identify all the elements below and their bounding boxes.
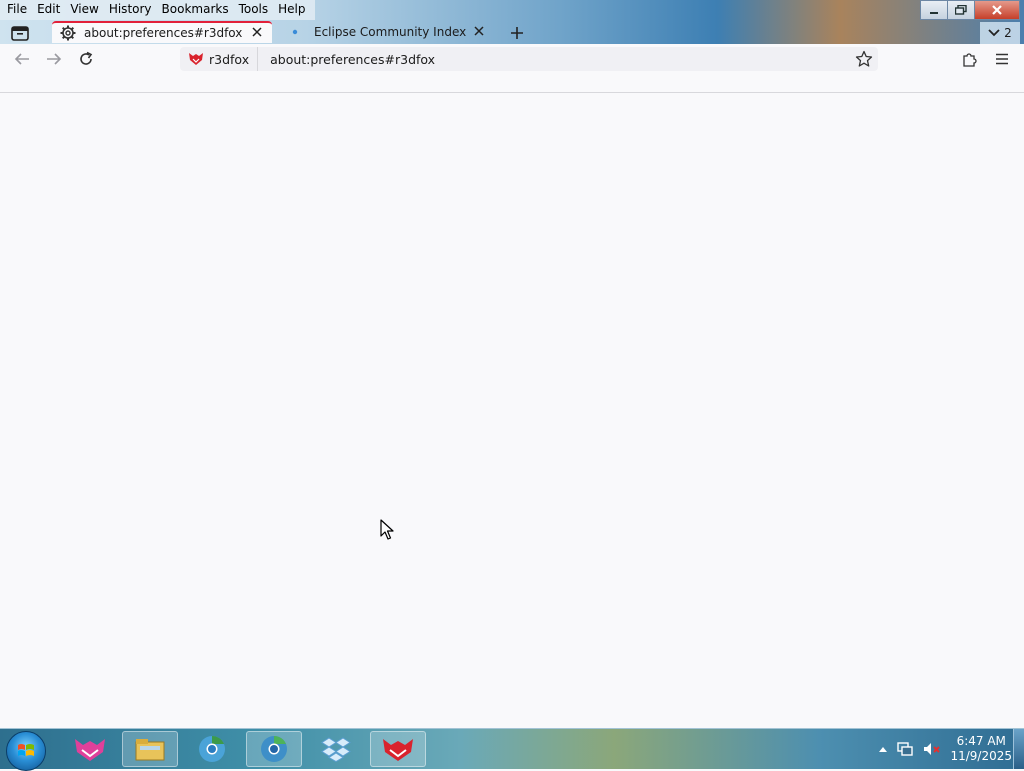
menu-file[interactable]: File <box>2 0 32 20</box>
identity-box[interactable]: r3dfox <box>180 47 259 71</box>
restore-icon <box>955 5 967 15</box>
identity-label: r3dfox <box>209 51 250 67</box>
menu-tools[interactable]: Tools <box>234 0 274 20</box>
r3dfox-logo-icon <box>189 53 203 65</box>
menu-bookmarks[interactable]: Bookmarks <box>157 0 234 20</box>
gear-icon <box>60 25 76 41</box>
menu-view[interactable]: View <box>65 0 103 20</box>
close-tab-button[interactable] <box>472 24 486 40</box>
volume-muted-icon[interactable] <box>922 741 942 757</box>
chromium-icon <box>199 736 225 762</box>
extensions-button[interactable] <box>958 48 982 70</box>
clock-date: 11/9/2025 <box>950 749 1012 763</box>
taskbar-app-chromium[interactable] <box>184 731 240 767</box>
r3dfox-pink-icon <box>75 739 105 761</box>
back-arrow-icon <box>14 53 29 65</box>
nav-toolbar: r3dfox about:preferences#r3dfox <box>0 44 1024 74</box>
minimize-icon <box>930 12 938 14</box>
close-tab-button[interactable] <box>250 25 264 41</box>
forward-button[interactable] <box>42 48 66 70</box>
clock[interactable]: 6:47 AM 11/9/2025 <box>950 734 1012 764</box>
system-tray: 6:47 AM 11/9/2025 <box>878 729 1012 769</box>
dropbox-icon <box>321 737 351 762</box>
taskbar-app-dropbox[interactable] <box>308 731 364 767</box>
clock-time: 6:47 AM <box>956 734 1006 748</box>
menu-history[interactable]: History <box>104 0 157 20</box>
url-bar[interactable]: r3dfox about:preferences#r3dfox <box>180 47 878 71</box>
menu-bar: File Edit View History Bookmarks Tools H… <box>0 0 315 20</box>
close-icon <box>992 5 1002 15</box>
tray-expand-icon[interactable] <box>878 745 888 753</box>
start-button[interactable] <box>6 731 46 771</box>
r3dfox-red-icon <box>383 739 413 761</box>
close-icon <box>252 27 262 37</box>
back-button[interactable] <box>10 48 34 70</box>
tab-title: Eclipse Community Index <box>314 25 467 39</box>
puzzle-icon <box>963 53 977 67</box>
taskbar-app-file-explorer[interactable] <box>122 731 178 767</box>
star-icon <box>855 50 873 67</box>
windows-logo-icon <box>18 744 34 756</box>
chromium-alt-icon <box>261 736 287 762</box>
forward-arrow-icon <box>47 53 62 65</box>
tab-strip: about:preferences#r3dfox Eclipse Communi… <box>0 20 1024 44</box>
new-tab-button[interactable] <box>506 22 528 44</box>
restore-button[interactable] <box>947 0 975 20</box>
tab-title: about:preferences#r3dfox <box>84 26 243 40</box>
page-content[interactable] <box>0 93 1024 728</box>
close-icon <box>474 26 484 36</box>
tab-count: 2 <box>1004 26 1012 40</box>
window-titlebar: File Edit View History Bookmarks Tools H… <box>0 0 1024 44</box>
show-desktop-button[interactable] <box>1013 729 1024 769</box>
file-explorer-icon <box>135 739 165 761</box>
list-all-tabs-button[interactable]: 2 <box>980 22 1020 44</box>
taskbar: 6:47 AM 11/9/2025 <box>0 728 1024 771</box>
hamburger-icon <box>996 53 1008 65</box>
plus-icon <box>511 27 523 39</box>
taskbar-app-r3dfox-pink[interactable] <box>62 731 118 767</box>
reload-button[interactable] <box>74 48 98 70</box>
bookmark-star-button[interactable] <box>854 49 874 69</box>
chevron-down-icon <box>988 29 1000 37</box>
app-menu-button[interactable] <box>990 48 1014 70</box>
window-controls <box>920 0 1020 20</box>
taskbar-app-chromium-alt[interactable] <box>246 731 302 767</box>
tab-overview-icon <box>11 26 29 41</box>
url-text[interactable]: about:preferences#r3dfox <box>258 52 854 67</box>
network-icon[interactable] <box>896 741 914 757</box>
menu-edit[interactable]: Edit <box>32 0 65 20</box>
taskbar-app-r3dfox-red[interactable] <box>370 731 426 767</box>
firefox-view-button[interactable] <box>6 22 34 44</box>
close-window-button[interactable] <box>974 0 1020 20</box>
menu-help[interactable]: Help <box>273 0 310 20</box>
minimize-button[interactable] <box>920 0 948 20</box>
dot-icon <box>290 24 306 40</box>
mouse-cursor-icon <box>380 519 394 540</box>
reload-icon <box>80 51 93 65</box>
tab-preferences[interactable]: about:preferences#r3dfox <box>52 21 272 43</box>
tab-eclipse-community[interactable]: Eclipse Community Index <box>282 21 494 43</box>
